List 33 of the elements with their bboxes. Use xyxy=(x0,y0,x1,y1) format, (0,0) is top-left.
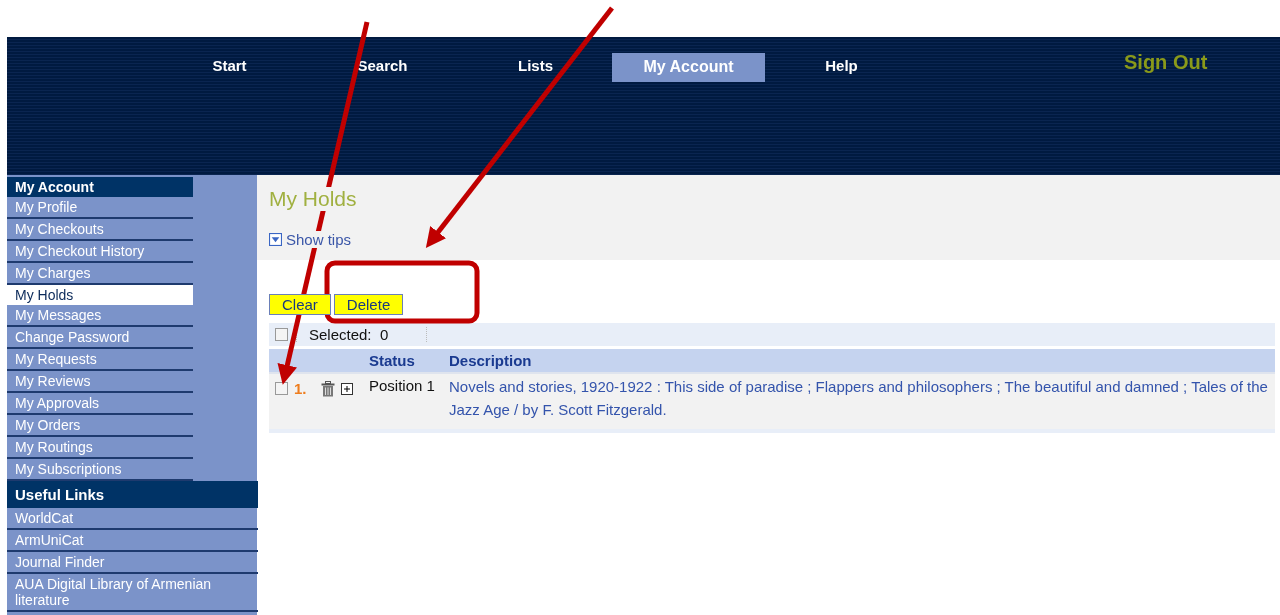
sidebar-item[interactable]: My Reviews xyxy=(7,371,193,393)
nav-tab[interactable]: My Account xyxy=(612,53,765,82)
action-button[interactable]: Delete xyxy=(333,294,404,315)
sidebar-item[interactable]: My Orders xyxy=(7,415,193,437)
sidebar-item[interactable]: My Profile xyxy=(7,197,193,219)
hold-status: Position 1 xyxy=(369,377,436,394)
column-header: Status xyxy=(369,352,416,369)
sign-out-link[interactable]: Sign Out xyxy=(1124,51,1208,74)
sidebar-item[interactable]: My Checkouts xyxy=(7,219,193,241)
page-title: My Holds xyxy=(269,187,357,211)
selected-count: Selected: 0 xyxy=(309,326,389,343)
show-tips-link[interactable]: Show tips xyxy=(269,231,352,248)
sidebar-item[interactable]: My Routings xyxy=(7,437,193,459)
sidebar-item[interactable]: My Approvals xyxy=(7,393,193,415)
title-link[interactable]: Novels and stories, 1920-1922 : This side of paradise ; Flappers and philosophers ; The beautiful and damned ; Tales of the Jazz Age / by F. Scott Fitzgerald. xyxy=(449,375,1275,421)
column-header: Description xyxy=(449,352,533,369)
sidebar-item[interactable]: Change Password xyxy=(7,327,193,349)
sidebar-heading: Useful Links xyxy=(7,481,258,508)
sidebar-item[interactable]: WorldCat xyxy=(7,508,258,530)
sidebar-item[interactable]: Journal Finder xyxy=(7,552,258,574)
nav-tab[interactable]: Start xyxy=(153,53,306,80)
sidebar-item[interactable]: ArmUniCat xyxy=(7,530,258,552)
row-number: 1. xyxy=(294,380,307,397)
sidebar-item[interactable]: My Requests xyxy=(7,349,193,371)
action-button[interactable]: Clear xyxy=(269,294,331,315)
sidebar-item[interactable]: My Messages xyxy=(7,305,193,327)
sidebar-item[interactable]: My Checkout History xyxy=(7,241,193,263)
sidebar-item[interactable]: AUA Digital Library of Armenian literature xyxy=(7,574,258,612)
sidebar-heading: My Account xyxy=(7,177,193,197)
nav-tab[interactable]: Search xyxy=(306,53,459,80)
nav-tab[interactable]: Lists xyxy=(459,53,612,80)
nav-tab[interactable]: Help xyxy=(765,53,918,80)
sidebar-item[interactable]: My Holds xyxy=(7,285,193,305)
